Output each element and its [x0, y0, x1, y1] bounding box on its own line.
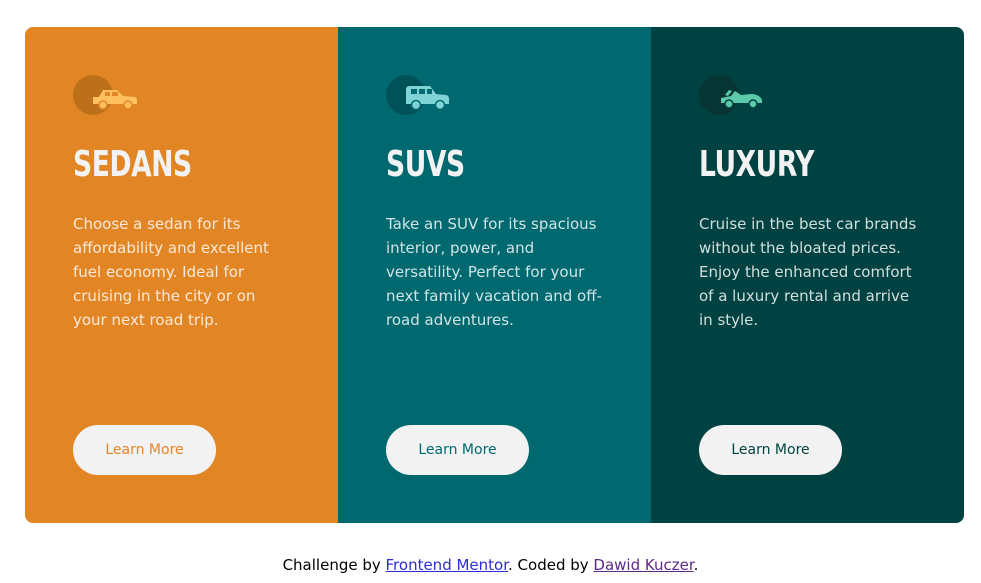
attribution: Challenge by Frontend Mentor. Coded by D…: [0, 555, 981, 575]
learn-more-button[interactable]: Learn More: [73, 425, 216, 475]
sedan-car-icon: [73, 75, 139, 115]
attribution-middle: . Coded by: [508, 556, 594, 574]
card-description: Choose a sedan for its affordability and…: [73, 215, 269, 329]
card-luxury: Luxury Cruise in the best car brands wit…: [651, 27, 964, 523]
suv-car-icon: [386, 75, 452, 115]
attribution-prefix: Challenge by: [282, 556, 386, 574]
card-title: Sedans: [73, 144, 192, 185]
card-description: Cruise in the best car brands without th…: [699, 215, 917, 329]
card-title: Luxury: [699, 144, 815, 185]
frontend-mentor-link[interactable]: Frontend Mentor: [386, 556, 509, 574]
card-title: SUVs: [386, 144, 465, 185]
card-description: Take an SUV for its spacious interior, p…: [386, 215, 602, 329]
luxury-car-icon: [699, 75, 765, 115]
card-suvs: SUVs Take an SUV for its spacious interi…: [338, 27, 651, 523]
learn-more-button[interactable]: Learn More: [386, 425, 529, 475]
author-link[interactable]: Dawid Kuczer: [593, 556, 693, 574]
attribution-suffix: .: [693, 556, 699, 574]
card-sedans: Sedans Choose a sedan for its affordabil…: [25, 27, 338, 523]
learn-more-button[interactable]: Learn More: [699, 425, 842, 475]
card-grid: Sedans Choose a sedan for its affordabil…: [25, 27, 964, 523]
